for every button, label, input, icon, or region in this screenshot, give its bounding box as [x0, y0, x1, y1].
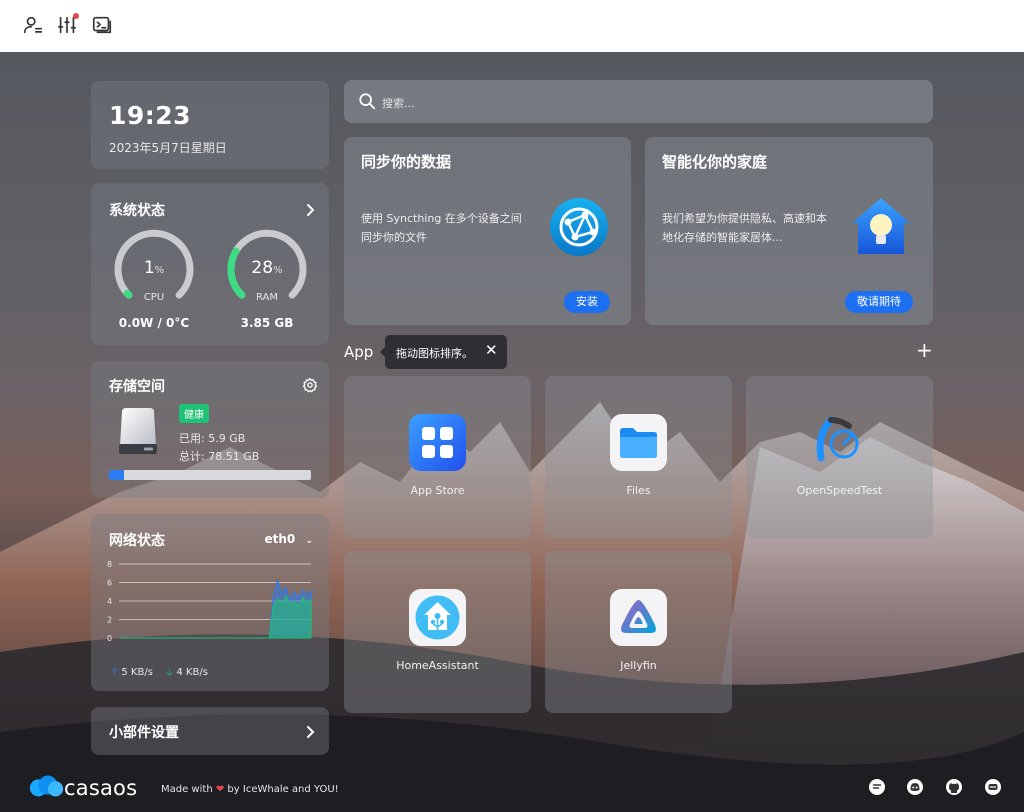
- apps-section-title: App: [344, 343, 374, 361]
- drag-sort-tooltip: 拖动图标排序。 ✕: [380, 335, 507, 369]
- clock-date: 2023年5月7日星期日: [109, 141, 227, 155]
- promo-description: 我们希望为你提供隐私、高速和本地化存储的智能家居体...: [662, 212, 827, 244]
- github-icon[interactable]: [945, 778, 963, 796]
- storage-used: 已用: 5.9 GB: [179, 432, 246, 445]
- network-chart: 8 6 4 2 0: [107, 560, 312, 643]
- tooltip-text: 拖动图标排序。: [396, 347, 473, 360]
- app-tile-files[interactable]: Files: [545, 376, 732, 538]
- user-settings-icon[interactable]: [22, 14, 44, 36]
- search-input[interactable]: [380, 92, 904, 114]
- widget-settings-button[interactable]: 小部件设置: [91, 707, 329, 755]
- chevron-right-icon: [303, 724, 317, 738]
- made-suffix: by IceWhale and YOU!: [227, 784, 339, 795]
- add-app-button[interactable]: +: [916, 340, 933, 360]
- storage-usage-bar: [109, 470, 311, 480]
- made-prefix: Made with: [161, 784, 213, 795]
- app-tile-openspeedtest[interactable]: OpenSpeedTest: [746, 376, 933, 538]
- smart-home-promo-card: 智能化你的家庭 我们希望为你提供隐私、高速和本地化存储的智能家居体... 敬请期…: [645, 137, 933, 325]
- network-interface-select[interactable]: eth0 ⌄: [264, 532, 313, 546]
- app-label: Jellyfin: [620, 659, 657, 672]
- system-status-title: 系统状态: [109, 203, 165, 219]
- casaos-logo-icon: [27, 774, 65, 802]
- app-label: HomeAssistant: [396, 659, 479, 672]
- widget-settings-label: 小部件设置: [109, 725, 179, 741]
- y-tick-label: 4: [107, 597, 112, 606]
- y-tick-label: 8: [107, 560, 112, 569]
- cpu-power-temp: 0.0W / 0°C: [118, 316, 190, 330]
- smart-home-icon: [849, 195, 913, 257]
- search-icon: [358, 92, 376, 110]
- search-bar: [344, 80, 933, 123]
- network-title: 网络状态: [109, 533, 165, 549]
- app-label: OpenSpeedTest: [796, 484, 883, 497]
- y-tick-label: 6: [107, 579, 112, 588]
- app-label: App Store: [410, 484, 465, 497]
- ram-label: RAM: [255, 292, 278, 303]
- made-with-credit: Made with ❤ by IceWhale and YOU!: [161, 784, 339, 795]
- ram-unit: %: [273, 265, 283, 276]
- brand-name: casaos: [64, 776, 138, 800]
- app-tile-homeassistant[interactable]: HomeAssistant: [344, 551, 531, 713]
- gear-icon[interactable]: [302, 377, 318, 393]
- install-button[interactable]: 安装: [564, 291, 610, 313]
- cpu-gauge: 1% CPU: [112, 228, 196, 312]
- network-interface: eth0: [264, 532, 296, 546]
- promo-description: 使用 Syncthing 在多个设备之间同步你的文件: [361, 212, 522, 244]
- coming-soon-button[interactable]: 敬请期待: [845, 291, 913, 313]
- promo-title: 同步你的数据: [361, 153, 452, 171]
- ram-gauge: 28% RAM: [225, 228, 309, 312]
- ram-used: 3.85 GB: [240, 316, 294, 330]
- syncthing-icon: [549, 197, 609, 257]
- top-bar: [0, 0, 1024, 52]
- app-tile-app-store[interactable]: App Store: [344, 376, 531, 538]
- app-label: Files: [626, 484, 651, 497]
- chevron-right-icon[interactable]: [303, 202, 317, 216]
- homeassistant-icon: [409, 589, 466, 646]
- cpu-value: 1: [143, 258, 155, 278]
- app-tile-jellyfin[interactable]: Jellyfin: [545, 551, 732, 713]
- chevron-down-icon: ⌄: [305, 536, 313, 546]
- terminal-icon[interactable]: [91, 14, 113, 36]
- heart-icon: ❤: [215, 784, 225, 795]
- app-store-icon: [409, 414, 466, 471]
- close-icon[interactable]: ✕: [485, 341, 498, 359]
- chat-icon[interactable]: [984, 778, 1002, 796]
- download-series-area: [119, 595, 312, 639]
- upload-arrow-icon: 🡡: [111, 667, 119, 678]
- storage-title: 存储空间: [109, 379, 165, 395]
- sliders-icon[interactable]: [56, 13, 79, 36]
- storage-health-badge: 健康: [179, 404, 209, 423]
- openspeedtest-icon: [811, 414, 868, 471]
- cpu-label: CPU: [143, 292, 165, 303]
- cpu-unit: %: [154, 265, 165, 276]
- hard-drive-icon: [116, 406, 160, 456]
- storage-widget: 存储空间 健康 已用: 5.9 GB 总计: 78.51 GB: [91, 361, 329, 498]
- download-speed: 4 KB/s: [176, 667, 208, 678]
- upload-speed: 5 KB/s: [121, 667, 153, 678]
- clock-time: 19:23: [109, 101, 192, 130]
- download-arrow-icon: 🡣: [166, 667, 174, 678]
- files-icon: [610, 414, 667, 471]
- discord-icon[interactable]: [906, 778, 924, 796]
- notification-dot: [73, 13, 79, 19]
- clock-widget: 19:23 2023年5月7日星期日: [91, 81, 329, 169]
- network-widget: 网络状态 eth0 ⌄ 8 6 4 2 0 🡡 5 KB/s 🡣 4 KB/s: [91, 514, 329, 691]
- system-status-widget: 系统状态 1% CPU 0.0W / 0°C 28% RAM 3.85 GB: [91, 183, 329, 345]
- storage-total: 总计: 78.51 GB: [179, 450, 260, 463]
- y-tick-label: 2: [107, 616, 112, 625]
- ram-value: 28: [251, 258, 274, 278]
- storage-usage-fill: [109, 470, 125, 480]
- feedback-icon[interactable]: [868, 778, 886, 796]
- y-tick-label: 0: [107, 634, 112, 643]
- promo-title: 智能化你的家庭: [662, 153, 768, 171]
- syncthing-promo-card: 同步你的数据 使用 Syncthing 在多个设备之间同步你的文件 安装: [344, 137, 631, 325]
- jellyfin-icon: [610, 589, 667, 646]
